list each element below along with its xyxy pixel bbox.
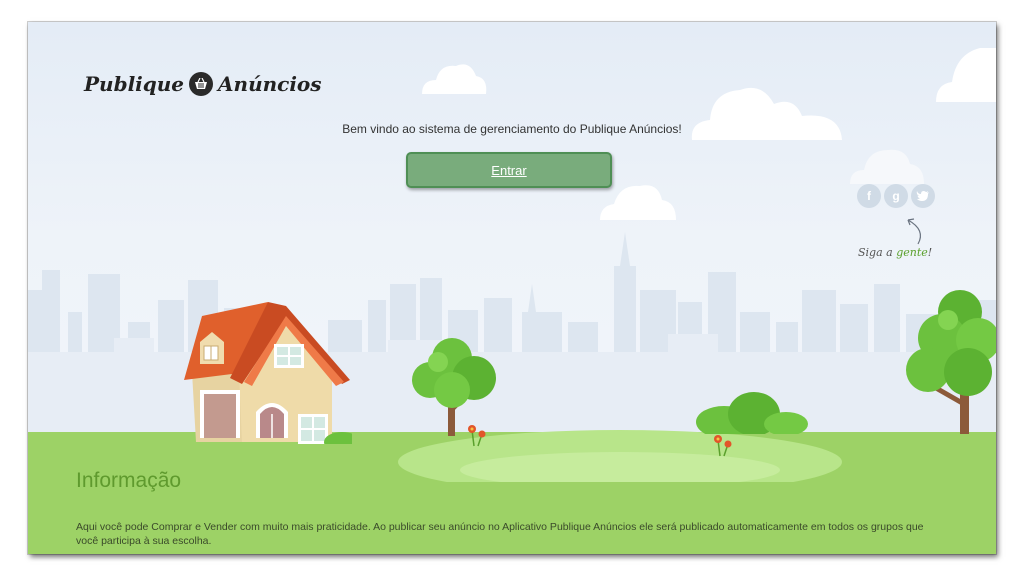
tree-illustration [412, 338, 496, 436]
house-illustration [184, 302, 352, 444]
site-logo[interactable]: Publique Anúncios [84, 72, 322, 96]
bush-illustration [696, 392, 808, 434]
follow-us-text: Siga a gente! [858, 246, 932, 259]
shopping-basket-icon [189, 72, 214, 96]
follow-prefix: Siga a [858, 246, 893, 259]
info-paragraph: Aqui você pode Comprar e Vender com muit… [76, 521, 924, 547]
facebook-icon[interactable]: f [857, 184, 881, 208]
tree-illustration [906, 290, 996, 434]
twitter-icon[interactable] [911, 184, 935, 208]
google-icon[interactable]: g [884, 184, 908, 208]
curved-arrow-icon [907, 218, 921, 245]
info-heading: Informação [76, 469, 182, 492]
browser-viewport: Publique Anúncios Bem vindo ao sistema d… [28, 22, 996, 554]
social-links: f g [857, 184, 935, 208]
logo-text-left: Publique [84, 72, 185, 96]
welcome-message: Bem vindo ao sistema de gerenciamento do… [342, 122, 682, 136]
follow-accent: gente [896, 246, 928, 259]
follow-suffix: ! [927, 246, 933, 259]
enter-button[interactable]: Entrar [406, 152, 612, 188]
flower-illustration [468, 425, 486, 447]
logo-text-right: Anúncios [218, 72, 322, 96]
flower-illustration [714, 435, 732, 457]
